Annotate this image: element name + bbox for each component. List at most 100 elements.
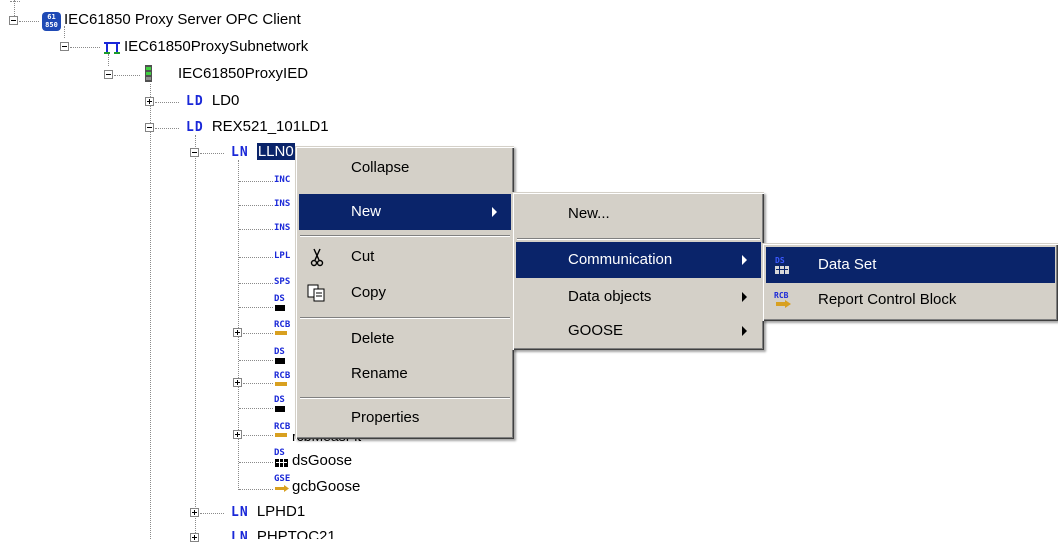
submenu-arrow-icon [742,326,747,336]
tree-node-dsgoose-label: dsGoose [292,452,353,469]
menu-item-copy[interactable]: Copy [299,275,511,311]
tree-node-lln0-label: LLN0 [256,143,295,160]
tree-node-lphd1-label: LPHD1 [256,503,306,520]
ln-tag: LN [231,505,249,520]
tree-node-ld1-label: REX521_101LD1 [211,118,329,135]
menu-item-data-objects[interactable]: Data objects [516,279,761,315]
tree-node-ied[interactable]: IEC61850ProxyIED [178,65,308,82]
tree-node-root-label: IEC61850 Proxy Server OPC Client [64,11,301,28]
expand-toggle-rcb-3[interactable] [233,430,242,439]
collapse-toggle-subnetwork[interactable] [60,42,69,51]
menu-item-properties-label: Properties [351,409,420,426]
menu-item-new-label: New [351,203,382,220]
rcb-icon: RCB [274,371,291,381]
tree-node-gcbgoose[interactable]: gcbGoose [292,478,360,495]
dataset-icon: DS [274,395,285,405]
menu-item-data-set-label: Data Set [818,256,877,273]
menu-item-properties[interactable]: Properties [299,400,511,436]
menu-item-rcb-label: Report Control Block [818,291,957,308]
tree-node-lphd1[interactable]: LN LPHD1 [231,503,305,520]
ied-device-icon [145,65,152,82]
tree-node-ld1[interactable]: LD REX521_101LD1 [186,118,329,135]
dataset-grid-icon [275,459,288,467]
tree-node-subnetwork[interactable]: IEC61850ProxySubnetwork [124,38,308,55]
expand-toggle-ld0[interactable] [145,97,154,106]
ln-tag: LN [231,530,249,545]
dataset-icon: DS [274,448,285,458]
tree-node-root[interactable]: IEC61850 Proxy Server OPC Client [64,11,301,28]
tree-node-dsgoose[interactable]: dsGoose [292,452,352,469]
tree-node-ld0[interactable]: LD LD0 [186,92,239,109]
menu-item-cut[interactable]: Cut [299,239,511,275]
collapse-toggle-lln0[interactable] [190,148,199,157]
menu-item-new-ellipsis-label: New... [568,205,610,222]
collapse-toggle-ld1[interactable] [145,123,154,132]
scissors-icon [310,248,324,267]
rcb-icon: RCB [774,291,791,308]
expand-toggle-rcb-1[interactable] [233,328,242,337]
dataset-grid-icon [275,358,285,364]
menu-item-goose-label: GOOSE [568,322,624,339]
tree-node-subnetwork-label: IEC61850ProxySubnetwork [124,38,309,55]
rcb-arrow-icon [275,382,287,386]
subnetwork-icon [104,42,120,54]
menu-item-communication[interactable]: Communication [516,242,761,278]
rcb-icon: RCB [274,320,291,330]
tree-node-gcbgoose-label: gcbGoose [292,478,361,495]
menu-item-delete-label: Delete [351,330,395,347]
tree-node-next-ln-label: PHPTOC21 [256,528,336,545]
tree-node-ied-label: IEC61850ProxyIED [178,65,309,82]
data-object-inc[interactable]: INC [274,175,290,185]
dataset-grid-icon [275,406,285,412]
menu-item-new[interactable]: New [299,194,511,230]
rcb-arrow-icon [275,331,287,335]
menu-item-report-control-block[interactable]: RCB Report Control Block [766,282,1055,318]
gse-arrow-icon [275,485,289,492]
collapse-toggle-root[interactable] [9,16,18,25]
menu-separator [300,397,510,399]
expand-toggle-rcb-2[interactable] [233,378,242,387]
ld-tag: LD [186,94,204,109]
data-object-sps[interactable]: SPS [274,277,290,287]
data-object-ins[interactable]: INS [274,199,290,209]
svg-text:RCB: RCB [774,291,789,300]
menu-item-collapse[interactable]: Collapse [299,150,511,186]
rcb-arrow-icon [275,433,287,437]
copy-icon [307,284,325,302]
menu-item-new-ellipsis[interactable]: New... [516,196,761,232]
rcb-icon: RCB [274,422,291,432]
data-object-lpl[interactable]: LPL [274,251,290,261]
menu-item-communication-label: Communication [568,251,673,268]
menu-item-cut-label: Cut [351,248,375,265]
menu-item-rename-label: Rename [351,365,408,382]
data-object-ins[interactable]: INS [274,223,290,233]
submenu-arrow-icon [742,255,747,265]
menu-separator [300,317,510,319]
menu-separator [517,238,760,240]
menu-item-copy-label: Copy [351,284,387,301]
ln-tag: LN [231,145,249,160]
menu-separator [300,235,510,237]
context-menu: Collapse New Cut Copy Delete Rename Prop… [295,146,514,439]
ld-tag: LD [186,120,204,135]
menu-item-data-set[interactable]: DS Data Set [766,247,1055,283]
submenu-communication: DS Data Set RCB Report Control Block [762,243,1058,321]
data-set-icon: DS [775,256,789,274]
menu-item-goose[interactable]: GOOSE [516,313,761,349]
gse-icon: GSE [274,474,291,484]
dataset-grid-icon [275,305,285,311]
menu-item-collapse-label: Collapse [351,159,410,176]
menu-item-delete[interactable]: Delete [299,321,511,357]
iec61850-client-icon: 61 850 [42,12,61,31]
tree-node-ld0-label: LD0 [211,92,240,109]
submenu-arrow-icon [492,207,497,217]
menu-item-data-objects-label: Data objects [568,288,652,305]
submenu-arrow-icon [742,292,747,302]
dataset-icon: DS [274,347,285,357]
collapse-toggle-ied[interactable] [104,70,113,79]
menu-item-rename[interactable]: Rename [299,356,511,392]
expand-toggle-lphd1[interactable] [190,508,199,517]
tree-node-next-ln[interactable]: LN PHPTOC21 [231,528,336,545]
tree-node-lln0[interactable]: LN LLN0 [231,143,295,160]
svg-text:DS: DS [775,256,785,265]
